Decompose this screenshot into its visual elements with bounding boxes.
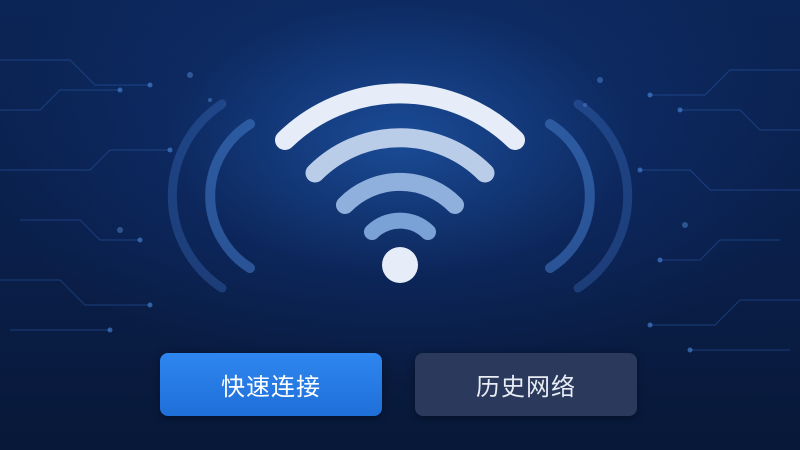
quick-connect-label: 快速连接 bbox=[221, 373, 321, 401]
signal-waves-left-icon bbox=[167, 99, 255, 293]
quick-connect-button[interactable]: 快速连接 bbox=[160, 353, 382, 416]
wifi-graphic bbox=[167, 83, 633, 293]
history-networks-button[interactable]: 历史网络 bbox=[415, 353, 637, 416]
history-networks-label: 历史网络 bbox=[476, 373, 576, 401]
signal-waves-right-icon bbox=[545, 99, 633, 293]
wifi-screen: 快速连接 历史网络 bbox=[0, 0, 800, 450]
wifi-icon bbox=[275, 83, 525, 283]
